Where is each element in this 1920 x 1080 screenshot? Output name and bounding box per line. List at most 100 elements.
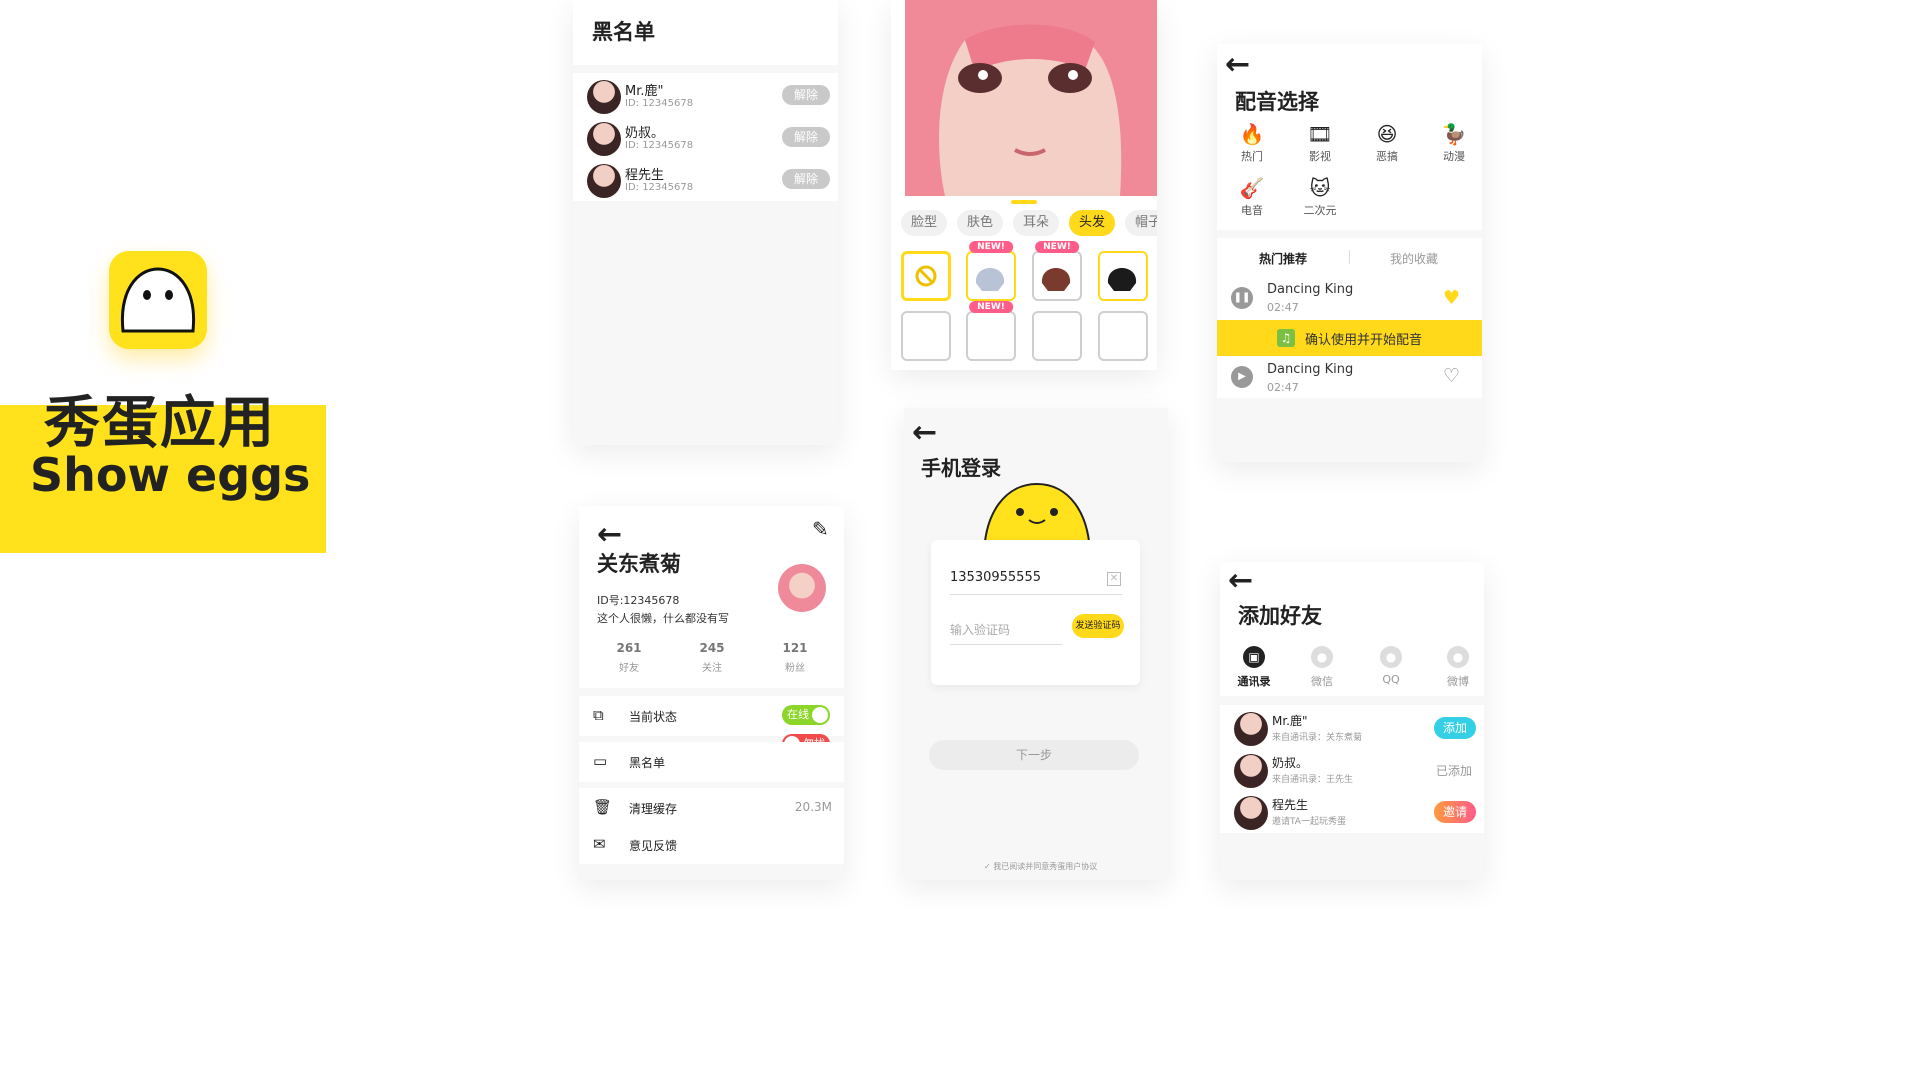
page-title: 手机登录: [921, 456, 1001, 480]
brand-cn-title: 秀蛋应用: [44, 391, 276, 456]
menu-item-feedback[interactable]: ✉ 意见反馈: [579, 826, 844, 864]
track-duration: 02:47: [1267, 381, 1299, 394]
hair-option-empty[interactable]: NEW!: [966, 301, 1016, 361]
avatar-editor-panel: 脸型 肤色 耳朵 头发 帽子 NEW! NEW! NEW!: [891, 0, 1157, 370]
avatar: [587, 122, 621, 156]
tab-hair[interactable]: 头发: [1069, 210, 1115, 236]
trash-icon: 🗑: [593, 798, 613, 816]
category-film[interactable]: 🎞 影视: [1305, 122, 1335, 164]
add-button[interactable]: 添加: [1434, 717, 1476, 739]
tab-hat[interactable]: 帽子: [1125, 210, 1157, 236]
category-spoof[interactable]: 😆 恶搞: [1372, 122, 1402, 164]
back-arrow-icon[interactable]: ←: [1228, 566, 1253, 596]
hair-option-empty[interactable]: [901, 311, 951, 361]
user-name: 奶叔。: [625, 126, 665, 141]
flame-icon: 🔥: [1239, 122, 1265, 146]
list-item: 程先生 邀请TA一起玩秀蛋: [1234, 796, 1346, 834]
play-button[interactable]: ▶: [1231, 366, 1253, 388]
page-title: 添加好友: [1238, 604, 1322, 628]
music-note-icon: ♫: [1276, 329, 1295, 347]
category-electronic[interactable]: 🎸 电音: [1237, 176, 1267, 218]
tab-divider: [1349, 250, 1350, 264]
menu-item-blacklist[interactable]: ▭ 黑名单: [579, 742, 844, 782]
tab-ears[interactable]: 耳朵: [1013, 210, 1059, 236]
status-online-toggle[interactable]: 在线: [782, 705, 830, 725]
hair-option-empty[interactable]: [1098, 311, 1148, 361]
hair-option-brown[interactable]: NEW!: [1032, 241, 1082, 301]
tab-hot-recommend[interactable]: 热门推荐: [1259, 250, 1307, 267]
cache-size: 20.3M: [794, 800, 832, 814]
avatar: [587, 80, 621, 114]
avatar: [1234, 796, 1268, 830]
grin-icon: 😆: [1376, 122, 1398, 146]
category-hot[interactable]: 🔥 热门: [1237, 122, 1267, 164]
next-button[interactable]: 下一步: [929, 740, 1139, 770]
stat-following[interactable]: 245 关注: [694, 641, 730, 674]
list-item: 奶叔。 ID: 12345678: [587, 122, 693, 160]
weibo-icon: ●: [1447, 646, 1469, 668]
new-tag: NEW!: [969, 241, 1013, 253]
user-name: 程先生: [625, 168, 665, 183]
profile-bio: 这个人很懒，什么都没有写: [597, 612, 729, 625]
invite-button[interactable]: 邀请: [1434, 801, 1476, 823]
category-acg[interactable]: 🐱 二次元: [1300, 176, 1340, 218]
added-status: 已添加: [1436, 764, 1473, 778]
back-arrow-icon[interactable]: ←: [597, 520, 622, 550]
tab-my-favorites[interactable]: 我的收藏: [1390, 250, 1438, 267]
source-contacts[interactable]: ▣ 通讯录: [1234, 646, 1274, 689]
duck-icon: 🦆: [1441, 122, 1467, 146]
add-friend-panel: ← 添加好友 ▣ 通讯录 ● 微信 ● QQ ● 微博 Mr.鹿" 来自通讯录：…: [1220, 562, 1484, 880]
avatar: [1234, 712, 1268, 746]
tab-skin[interactable]: 肤色: [957, 210, 1003, 236]
back-arrow-icon[interactable]: ←: [912, 418, 937, 448]
code-input[interactable]: 输入验证码: [950, 621, 1010, 638]
heart-outline-icon[interactable]: ♡: [1443, 365, 1460, 387]
contacts-icon: ▣: [1243, 646, 1265, 668]
avatar: [587, 164, 621, 198]
user-name: Mr.鹿": [625, 84, 664, 99]
tab-face[interactable]: 脸型: [901, 210, 947, 236]
guitar-icon: 🎸: [1239, 176, 1265, 200]
pause-button[interactable]: ❚❚: [1231, 287, 1253, 309]
hair-option-black[interactable]: [1098, 251, 1148, 301]
scroll-indicator: [1011, 200, 1037, 204]
hair-option-silver[interactable]: NEW!: [966, 241, 1016, 301]
agreement-text[interactable]: ✓ 我已阅读并同意秀蛋用户协议: [984, 861, 1097, 872]
track-duration: 02:47: [1267, 301, 1299, 314]
phone-input[interactable]: 13530955555: [950, 570, 1041, 585]
stat-fans[interactable]: 121 粉丝: [777, 641, 813, 674]
confirm-dubbing-button[interactable]: ♫ 确认使用并开始配音: [1217, 320, 1482, 356]
blacklist-panel: 黑名单 Mr.鹿" ID: 12345678 解除 奶叔。 ID: 123456…: [573, 0, 838, 445]
list-item: Mr.鹿" ID: 12345678: [587, 80, 693, 118]
unblock-button[interactable]: 解除: [782, 85, 830, 105]
user-id: ID: 12345678: [625, 140, 694, 151]
qq-icon: ●: [1380, 646, 1402, 668]
wechat-icon: ●: [1311, 646, 1333, 668]
list-item: Mr.鹿" 来自通讯录：关东煮菊: [1234, 712, 1362, 750]
send-code-button[interactable]: 发送验证码: [1072, 614, 1124, 638]
unblock-button[interactable]: 解除: [782, 169, 830, 189]
menu-item-clear-cache[interactable]: 🗑 清理缓存 20.3M: [579, 788, 844, 828]
edit-icon[interactable]: ✎: [812, 517, 829, 541]
stat-friends[interactable]: 261 好友: [611, 641, 647, 674]
new-tag: NEW!: [1035, 241, 1079, 253]
mail-icon: ✉: [593, 835, 606, 853]
heart-filled-icon[interactable]: ♥: [1443, 287, 1460, 309]
source-wechat[interactable]: ● 微信: [1302, 646, 1342, 689]
profile-name: 关东煮菊: [597, 552, 681, 576]
hair-option-empty[interactable]: [1032, 311, 1082, 361]
back-arrow-icon[interactable]: ←: [1225, 50, 1250, 80]
no-entry-icon: [915, 265, 937, 287]
source-weibo[interactable]: ● 微博: [1438, 646, 1478, 689]
unblock-button[interactable]: 解除: [782, 127, 830, 147]
page-title: 配音选择: [1235, 90, 1319, 114]
track-name: Dancing King: [1267, 362, 1354, 377]
clear-icon[interactable]: ✕: [1107, 572, 1121, 586]
login-panel: ← 手机登录 13530955555 ✕ 输入验证码 发送验证码 下一步 ✓ 我…: [904, 408, 1168, 880]
new-tag: NEW!: [969, 301, 1013, 313]
list-item: 程先生 ID: 12345678: [587, 164, 693, 202]
login-card: [931, 540, 1140, 685]
source-qq[interactable]: ● QQ: [1371, 646, 1411, 686]
category-anime[interactable]: 🦆 动漫: [1439, 122, 1469, 164]
hair-option-none[interactable]: [901, 251, 951, 301]
